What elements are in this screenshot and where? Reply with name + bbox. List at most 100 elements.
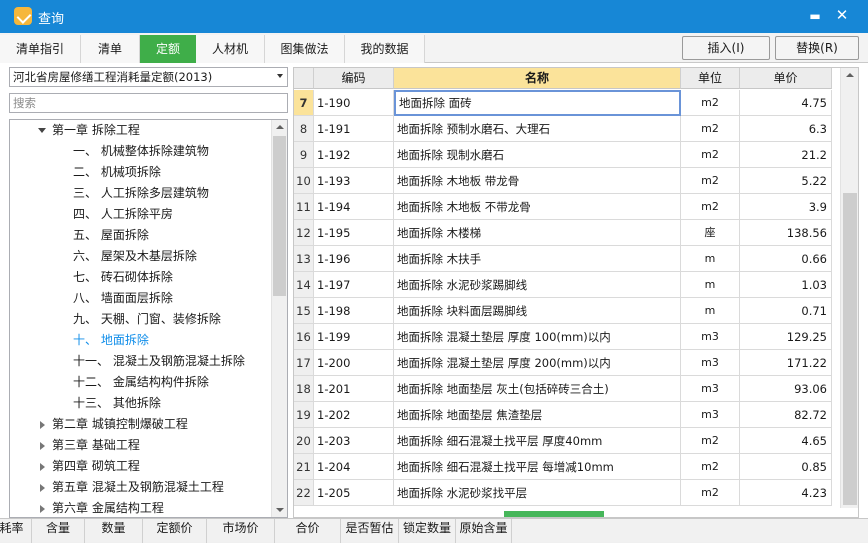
- row-number[interactable]: 16: [294, 324, 314, 350]
- cell-unit[interactable]: m3: [681, 350, 740, 376]
- tree-chapter[interactable]: 第三章 基础工程: [52, 435, 140, 456]
- detail-column-header[interactable]: 合价: [275, 519, 341, 543]
- cell-name[interactable]: 地面拆除 地面垫层 焦渣垫层: [394, 402, 681, 428]
- cell-code[interactable]: 1-204: [314, 454, 394, 480]
- tree-collapsed-icon[interactable]: [40, 421, 45, 429]
- tree-section[interactable]: 二、 机械项拆除: [73, 162, 161, 183]
- tree-chapter[interactable]: 第二章 城镇控制爆破工程: [52, 414, 188, 435]
- tree-section[interactable]: 六、 屋架及木基层拆除: [73, 246, 197, 267]
- detail-column-header[interactable]: 市场价: [207, 519, 275, 543]
- tree-chapter[interactable]: 第六章 金属结构工程: [52, 498, 164, 517]
- cell-unit[interactable]: m2: [681, 116, 740, 142]
- tree-section[interactable]: 十、 地面拆除: [73, 330, 149, 351]
- tree-section[interactable]: 四、 人工拆除平房: [73, 204, 173, 225]
- tree-section[interactable]: 十二、 金属结构构件拆除: [73, 372, 209, 393]
- tree-chapter[interactable]: 第五章 混凝土及钢筋混凝土工程: [52, 477, 224, 498]
- tree-section[interactable]: 十三、 其他拆除: [73, 393, 161, 414]
- scroll-down-icon[interactable]: [276, 508, 284, 512]
- cell-name[interactable]: 地面拆除 面砖: [394, 90, 681, 116]
- cell-unit[interactable]: m: [681, 246, 740, 272]
- cell-unit[interactable]: m3: [681, 376, 740, 402]
- detail-column-header[interactable]: 锁定数量: [399, 519, 456, 543]
- row-number[interactable]: 7: [294, 90, 314, 116]
- cell-code[interactable]: 1-195: [314, 220, 394, 246]
- tree-collapsed-icon[interactable]: [40, 463, 45, 471]
- table-scroll-thumb[interactable]: [843, 193, 857, 505]
- cell-code[interactable]: 1-198: [314, 298, 394, 324]
- close-icon[interactable]: ✕: [834, 5, 850, 25]
- cell-unit[interactable]: 座: [681, 220, 740, 246]
- cell-price[interactable]: 21.2: [740, 142, 832, 168]
- cell-unit[interactable]: m3: [681, 324, 740, 350]
- tab-my-data[interactable]: 我的数据: [345, 35, 425, 63]
- tree-section[interactable]: 七、 砖石砌体拆除: [73, 267, 173, 288]
- cell-price[interactable]: 138.56: [740, 220, 832, 246]
- tab-atlas-method[interactable]: 图集做法: [265, 35, 345, 63]
- tree-section[interactable]: 八、 墙面面层拆除: [73, 288, 173, 309]
- cell-name[interactable]: 地面拆除 木地板 带龙骨: [394, 168, 681, 194]
- cell-name[interactable]: 地面拆除 混凝土垫层 厚度 100(mm)以内: [394, 324, 681, 350]
- tree-expanded-icon[interactable]: [38, 128, 46, 133]
- row-number[interactable]: 10: [294, 168, 314, 194]
- detail-column-header[interactable]: 原始含量: [456, 519, 512, 543]
- cell-name[interactable]: 地面拆除 木扶手: [394, 246, 681, 272]
- cell-name[interactable]: 地面拆除 水泥砂浆找平层: [394, 480, 681, 506]
- detail-column-header[interactable]: 是否暂估: [341, 519, 399, 543]
- cell-code[interactable]: 1-199: [314, 324, 394, 350]
- table-scrollbar[interactable]: [840, 68, 858, 508]
- cell-price[interactable]: 82.72: [740, 402, 832, 428]
- cell-unit[interactable]: m: [681, 298, 740, 324]
- cell-name[interactable]: 地面拆除 细石混凝土找平层 厚度40mm: [394, 428, 681, 454]
- cell-unit[interactable]: m2: [681, 428, 740, 454]
- tree-chapter[interactable]: 第一章 拆除工程: [52, 120, 140, 141]
- detail-column-header[interactable]: 含量: [32, 519, 85, 543]
- cell-price[interactable]: 4.65: [740, 428, 832, 454]
- detail-column-header[interactable]: 耗率: [0, 519, 32, 543]
- cell-name[interactable]: 地面拆除 水泥砂浆踢脚线: [394, 272, 681, 298]
- tree-scroll-thumb[interactable]: [273, 136, 286, 296]
- cell-unit[interactable]: m: [681, 272, 740, 298]
- row-number[interactable]: 12: [294, 220, 314, 246]
- cell-unit[interactable]: m2: [681, 142, 740, 168]
- cell-price[interactable]: 171.22: [740, 350, 832, 376]
- cell-name[interactable]: 地面拆除 木地板 不带龙骨: [394, 194, 681, 220]
- tab-list[interactable]: 清单: [81, 35, 140, 63]
- cell-price[interactable]: 1.03: [740, 272, 832, 298]
- tree-collapsed-icon[interactable]: [40, 442, 45, 450]
- minimize-icon[interactable]: ▬: [808, 6, 822, 26]
- cell-code[interactable]: 1-197: [314, 272, 394, 298]
- row-number[interactable]: 11: [294, 194, 314, 220]
- row-number[interactable]: 22: [294, 480, 314, 506]
- cell-code[interactable]: 1-200: [314, 350, 394, 376]
- row-number[interactable]: 8: [294, 116, 314, 142]
- tree-section[interactable]: 十一、 混凝土及钢筋混凝土拆除: [73, 351, 245, 372]
- cell-name[interactable]: 地面拆除 木楼梯: [394, 220, 681, 246]
- header-code[interactable]: 编码: [314, 68, 394, 89]
- row-number[interactable]: 20: [294, 428, 314, 454]
- cell-price[interactable]: 4.75: [740, 90, 832, 116]
- cell-name[interactable]: 地面拆除 块料面层踢脚线: [394, 298, 681, 324]
- cell-price[interactable]: 5.22: [740, 168, 832, 194]
- cell-price[interactable]: 93.06: [740, 376, 832, 402]
- detail-column-header[interactable]: 定额价: [143, 519, 207, 543]
- row-number[interactable]: 15: [294, 298, 314, 324]
- row-number[interactable]: 18: [294, 376, 314, 402]
- cell-price[interactable]: 4.23: [740, 480, 832, 506]
- cell-price[interactable]: 129.25: [740, 324, 832, 350]
- cell-unit[interactable]: m3: [681, 402, 740, 428]
- header-price[interactable]: 单价: [740, 68, 832, 89]
- tab-quota[interactable]: 定额: [140, 35, 196, 63]
- header-name[interactable]: 名称: [394, 68, 681, 89]
- tree-collapsed-icon[interactable]: [40, 505, 45, 513]
- cell-code[interactable]: 1-196: [314, 246, 394, 272]
- cell-code[interactable]: 1-191: [314, 116, 394, 142]
- cell-code[interactable]: 1-194: [314, 194, 394, 220]
- cell-code[interactable]: 1-193: [314, 168, 394, 194]
- cell-name[interactable]: 地面拆除 预制水磨石、大理石: [394, 116, 681, 142]
- header-unit[interactable]: 单位: [681, 68, 740, 89]
- cell-code[interactable]: 1-192: [314, 142, 394, 168]
- cell-name[interactable]: 地面拆除 现制水磨石: [394, 142, 681, 168]
- row-number[interactable]: 13: [294, 246, 314, 272]
- tab-labor-material-machine[interactable]: 人材机: [196, 35, 265, 63]
- cell-price[interactable]: 6.3: [740, 116, 832, 142]
